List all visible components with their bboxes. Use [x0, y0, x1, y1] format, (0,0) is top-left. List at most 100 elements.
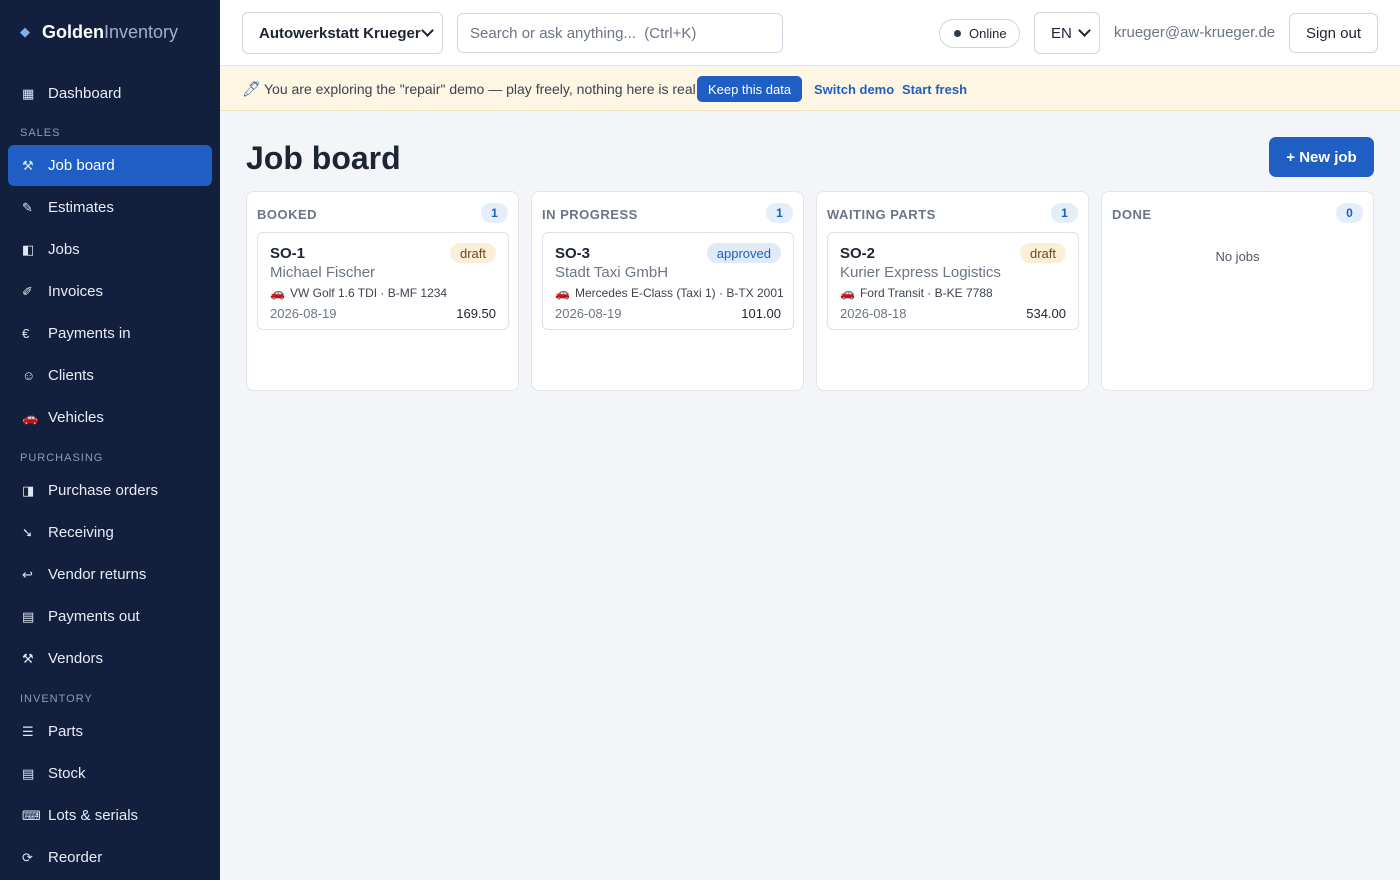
- sidebar-item-job-board[interactable]: ⚒ Job board: [8, 145, 212, 186]
- job-date: 2026-08-19: [555, 306, 622, 321]
- sidebar-item-label: Payments out: [48, 608, 140, 625]
- sidebar-item-receiving[interactable]: ➘ Receiving: [8, 512, 212, 553]
- keep-data-button[interactable]: Keep this data: [697, 76, 802, 102]
- sidebar-item-label: Stock: [48, 765, 86, 782]
- job-vehicle-text: Mercedes E-Class (Taxi 1) · B-TX 2001: [574, 286, 784, 300]
- column-count-badge: 1: [481, 203, 508, 223]
- sidebar-item-dashboard[interactable]: ▦ Dashboard: [8, 73, 212, 114]
- column-title: BOOKED: [257, 207, 318, 222]
- language-select-value: EN: [1051, 24, 1072, 42]
- car-icon: 🚗: [555, 286, 570, 300]
- job-amount: 101.00: [741, 306, 781, 321]
- sidebar-item-label: Vendor returns: [48, 566, 147, 583]
- demo-banner-message: You are exploring the "repair" demo — pl…: [264, 81, 700, 97]
- client-icon: ☺: [22, 368, 36, 383]
- board-column-waiting-parts: WAITING PARTS 1 SO-2 draft Kurier Expres…: [816, 191, 1089, 391]
- job-vehicle-text: VW Golf 1.6 TDI · B-MF 1234: [289, 286, 448, 300]
- board-column-done: DONE 0 No jobs: [1101, 191, 1374, 391]
- user-email: krueger@aw-krueger.de: [1114, 24, 1276, 41]
- pencil-icon: ✎: [22, 199, 33, 215]
- job-client: Stadt Taxi GmbH: [555, 264, 669, 281]
- sidebar-item-payments-out[interactable]: ▤ Payments out: [8, 596, 212, 637]
- sidebar-item-label: Jobs: [48, 241, 80, 258]
- sidebar-item-label: Estimates: [48, 199, 114, 216]
- sidebar-item-label: Job board: [48, 157, 115, 174]
- job-card[interactable]: SO-3 approved Stadt Taxi GmbH 🚗 Mercedes…: [542, 232, 794, 330]
- job-vehicle-text: Ford Transit · B-KE 7788: [859, 286, 993, 300]
- board-column-booked: BOOKED 1 SO-1 draft Michael Fischer 🚗 VW…: [246, 191, 519, 391]
- diamond-icon: ◆: [20, 24, 30, 39]
- job-id: SO-3: [555, 245, 591, 262]
- search-input[interactable]: [457, 13, 783, 53]
- status-badge: draft: [449, 243, 496, 263]
- tag-icon: ⌨: [22, 807, 41, 823]
- sidebar-item-payments-in[interactable]: € Payments in: [8, 313, 212, 354]
- company-select-value: Autowerkstatt Krueger: [259, 24, 421, 42]
- job-id: SO-1: [270, 245, 306, 262]
- brand-name-light: Inventory: [104, 21, 179, 42]
- sidebar-item-vendors[interactable]: ⚒ Vendors: [8, 638, 212, 679]
- sidebar-item-lots-serials[interactable]: ⌨ Lots & serials: [8, 795, 212, 836]
- status-badge: Online: [939, 19, 1020, 48]
- sidebar-item-label: Reorder: [48, 849, 103, 866]
- page-title: Job board: [246, 140, 401, 176]
- sidebar-item-vendor-returns[interactable]: ↩ Vendor returns: [8, 554, 212, 595]
- column-count-badge: 1: [1051, 203, 1078, 223]
- tools-icon: ⚒: [22, 157, 34, 173]
- column-count-badge: 1: [766, 203, 793, 223]
- parts-icon: ☰: [22, 723, 34, 739]
- payment-out-icon: ▤: [22, 608, 35, 624]
- sidebar-item-label: Vendors: [48, 650, 104, 667]
- sidebar-item-clients[interactable]: ☺ Clients: [8, 355, 212, 396]
- vendor-icon: ⚒: [22, 650, 34, 666]
- sidebar-item-vehicles[interactable]: 🚗 Vehicles: [8, 397, 212, 438]
- start-fresh-link[interactable]: Start fresh: [902, 82, 967, 97]
- sidebar-item-estimates[interactable]: ✎ Estimates: [8, 187, 212, 228]
- job-vehicle: 🚗 Mercedes E-Class (Taxi 1) · B-TX 2001: [555, 286, 784, 300]
- sidebar-item-stock[interactable]: ▤ Stock: [8, 753, 212, 794]
- jobs-icon: ◧: [22, 241, 35, 257]
- status-dot-icon: [954, 30, 961, 37]
- sidebar-item-label: Dashboard: [48, 85, 122, 102]
- new-job-button[interactable]: + New job: [1269, 137, 1374, 177]
- job-id: SO-2: [840, 245, 876, 262]
- chevron-down-icon: [1078, 24, 1091, 37]
- sidebar-item-jobs[interactable]: ◧ Jobs: [8, 229, 212, 270]
- job-date: 2026-08-18: [840, 306, 907, 321]
- job-card[interactable]: SO-1 draft Michael Fischer 🚗 VW Golf 1.6…: [257, 232, 509, 330]
- brand-logo[interactable]: ◆ Golden Inventory: [20, 22, 178, 42]
- sidebar-item-parts[interactable]: ☰ Parts: [8, 711, 212, 752]
- job-amount: 534.00: [1026, 306, 1066, 321]
- invoice-icon: ✐: [22, 283, 33, 299]
- job-vehicle: 🚗 Ford Transit · B-KE 7788: [840, 286, 993, 300]
- column-title: IN PROGRESS: [542, 207, 638, 222]
- job-client: Kurier Express Logistics: [840, 264, 1001, 281]
- empty-state-text: No jobs: [1215, 249, 1260, 264]
- board-column-in-progress: IN PROGRESS 1 SO-3 approved Stadt Taxi G…: [531, 191, 804, 391]
- brand-name-bold: Golden: [42, 21, 104, 42]
- car-icon: 🚗: [270, 286, 285, 300]
- pushpin-icon: 🖊: [242, 81, 262, 98]
- sidebar-item-label: Purchase orders: [48, 482, 159, 499]
- sign-out-button[interactable]: Sign out: [1289, 13, 1378, 53]
- section-purchasing: PURCHASING: [20, 452, 104, 464]
- job-client: Michael Fischer: [270, 264, 376, 281]
- switch-demo-link[interactable]: Switch demo: [814, 82, 894, 97]
- column-title: DONE: [1112, 207, 1152, 222]
- sidebar-item-invoices[interactable]: ✐ Invoices: [8, 271, 212, 312]
- status-badge: draft: [1019, 243, 1066, 263]
- company-select[interactable]: Autowerkstatt Krueger: [242, 12, 443, 54]
- status-label: Online: [969, 26, 1007, 41]
- section-sales: SALES: [20, 127, 61, 139]
- sidebar-item-label: Payments in: [48, 325, 131, 342]
- sidebar-item-reorder[interactable]: ⟳ Reorder: [8, 837, 212, 878]
- sidebar: ◆ Golden Inventory ▦ Dashboard SALES ⚒ Jo…: [0, 0, 220, 880]
- column-count-badge: 0: [1336, 203, 1363, 223]
- stock-icon: ▤: [22, 765, 35, 781]
- language-select[interactable]: EN: [1034, 12, 1100, 54]
- dashboard-icon: ▦: [22, 85, 35, 101]
- sidebar-item-purchase-orders[interactable]: ◨ Purchase orders: [8, 470, 212, 511]
- job-card[interactable]: SO-2 draft Kurier Express Logistics 🚗 Fo…: [827, 232, 1079, 330]
- sidebar-item-label: Vehicles: [48, 409, 104, 426]
- reorder-icon: ⟳: [22, 849, 33, 865]
